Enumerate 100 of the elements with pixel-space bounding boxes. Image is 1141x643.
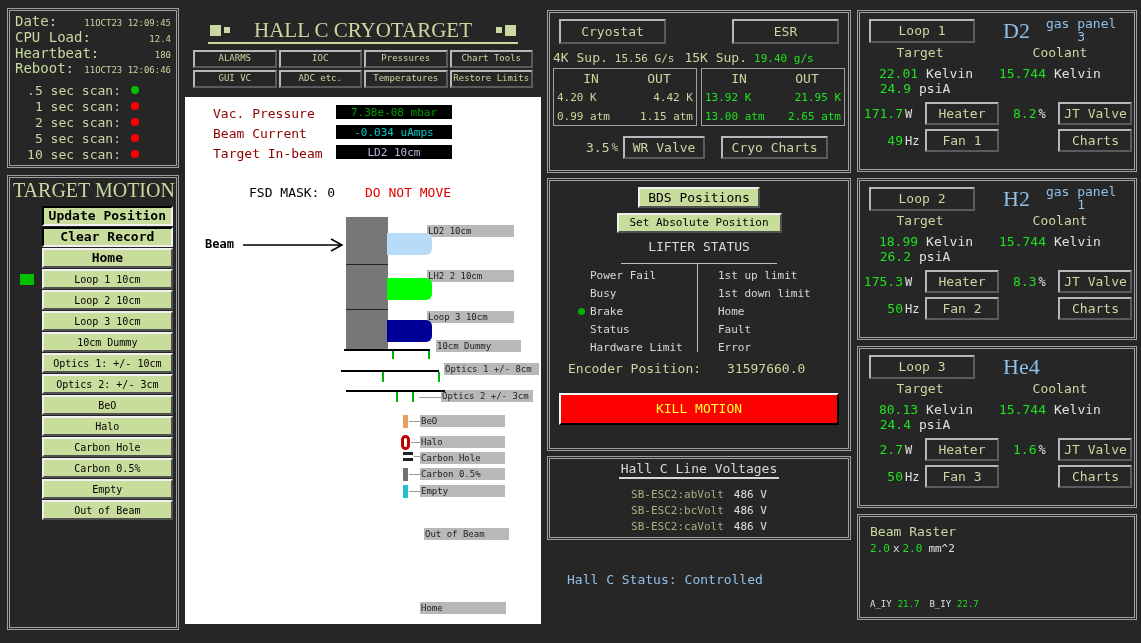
target-button[interactable]: 10cm Dummy [41, 332, 173, 352]
status-label: Date: [15, 14, 58, 28]
pressure-value: 13.00 atm [705, 109, 766, 125]
reading-value: 2.7 [879, 443, 903, 456]
unit-label: % [1038, 107, 1047, 120]
target-button[interactable]: Loop 2 10cm [41, 290, 173, 310]
status-label: Heartbeat: [15, 45, 100, 60]
fan-button[interactable]: Fan 2 [925, 297, 999, 320]
charts-button[interactable]: Charts [1058, 297, 1133, 320]
status-label: CPU Load: [15, 29, 91, 44]
target-label: Carbon 0.5% [420, 468, 505, 480]
unit-label: Kelvin [926, 66, 974, 81]
voltage-name: SB-ESC2:abVolt [631, 488, 724, 500]
loop-button[interactable]: Loop 2 [869, 187, 975, 211]
lifter-status-label: Power Fail [590, 269, 657, 281]
target-button[interactable]: Carbon Hole [41, 437, 173, 457]
hall-status-value: Controlled [684, 573, 763, 586]
unit-label: % [1038, 275, 1047, 288]
lifter-status-label: Error [718, 341, 752, 353]
target-label: Optics 2 +/- 3cm [441, 390, 533, 402]
fan-button[interactable]: Fan 1 [925, 129, 999, 152]
scan-label: 10 sec scan: [26, 147, 121, 161]
heater-button[interactable]: Heater [925, 270, 999, 293]
target-button[interactable]: Home [41, 248, 173, 268]
valve-button[interactable]: JT Valve [1058, 270, 1133, 293]
pressure-value: 26.2 [879, 249, 911, 264]
target-button[interactable]: Loop 3 10cm [41, 311, 173, 331]
temperature-value: 15.744 [999, 234, 1046, 251]
target-label: LH2 2 10cm [427, 270, 514, 282]
unit-label: Kelvin [926, 402, 974, 417]
readout-value: 7.38e-08 mbar [350, 106, 438, 118]
scan-label: 5 sec scan: [33, 131, 121, 145]
scan-label: 2 sec scan: [33, 115, 121, 129]
readout-label: Target In-beam [213, 147, 323, 160]
fan-button[interactable]: Fan 3 [925, 465, 999, 488]
loop-button[interactable]: Loop 3 [869, 355, 975, 379]
leader-line [419, 397, 441, 398]
bds-positions-button[interactable]: BDS Positions [638, 187, 760, 208]
lifter-status-label: Home [718, 305, 745, 317]
loop-button[interactable]: Loop 1 [869, 19, 975, 43]
column-header: Coolant [1031, 382, 1089, 395]
status-value: 180 [154, 50, 171, 60]
scan-label: 1 sec scan: [33, 99, 121, 113]
readout-value: -0.034 uAmps [354, 126, 434, 138]
panel-button[interactable]: Cryo Charts [721, 136, 829, 159]
foil-tick [382, 372, 384, 382]
temperature-value: 80.13 [878, 402, 919, 417]
nav-button[interactable]: ADC etc. [278, 70, 362, 88]
valve-button[interactable]: JT Valve [1058, 102, 1133, 125]
target-button[interactable]: Optics 1: +/- 10cm [41, 353, 173, 373]
lifter-status-label: 1st down limit [718, 287, 811, 299]
nav-button[interactable]: Chart Tools [449, 50, 533, 68]
unit-label: % [1038, 443, 1047, 456]
target-button[interactable]: Out of Beam [41, 500, 173, 520]
gas-type-label: He4 [1003, 355, 1040, 379]
target-button[interactable]: Update Position [41, 206, 173, 226]
target-button[interactable]: BeO [41, 395, 173, 415]
column-header: Target [895, 214, 945, 227]
target-button[interactable]: Empty [41, 479, 173, 499]
nav-button[interactable]: ALARMS [193, 50, 277, 68]
charts-button[interactable]: Charts [1058, 129, 1133, 152]
panel-button[interactable]: Cryostat [559, 19, 666, 44]
heater-button[interactable]: Heater [925, 438, 999, 461]
target-button[interactable]: Carbon 0.5% [41, 458, 173, 478]
valve-value: 3.5 [586, 141, 610, 154]
panel-button[interactable]: ESR [732, 19, 839, 44]
reading-value: 50 [887, 302, 903, 315]
nav-button[interactable]: GUI VC [193, 70, 277, 88]
panel-button[interactable]: WR Valve [623, 136, 706, 159]
gas-panel-label: gas panel [1045, 185, 1117, 198]
raster-size-value: 2.0 [902, 543, 923, 554]
section-title: Hall C Line Voltages [618, 462, 780, 479]
unit-label: Kelvin [926, 234, 974, 249]
unit-label: Hz [905, 134, 921, 147]
nav-button[interactable]: Restore Limits [449, 70, 533, 88]
leader-line [409, 474, 420, 475]
foil-tick [396, 392, 398, 402]
kill-motion-button[interactable]: KILL MOTION [559, 393, 839, 425]
column-header: OUT [646, 70, 672, 88]
lifter-status-label: 1st up limit [718, 269, 798, 281]
unit-label: psiA [919, 249, 951, 264]
target-button[interactable]: Optics 2: +/- 3cm [41, 374, 173, 394]
warning-text: DO NOT MOVE [365, 186, 452, 199]
target-button[interactable]: Loop 1 10cm [41, 269, 173, 289]
status-value: 11OCT23 12:09:45 [84, 19, 171, 28]
foil-tick [392, 351, 394, 359]
target-button[interactable]: Halo [41, 416, 173, 436]
column-header: Coolant [1031, 214, 1089, 227]
nav-button[interactable]: Pressures [364, 50, 448, 68]
charts-button[interactable]: Charts [1058, 465, 1133, 488]
readout-label: Beam Current [213, 127, 307, 140]
readout-label: Vac. Pressure [213, 107, 315, 120]
set-position-button[interactable]: Set Absolute Position [616, 213, 782, 233]
nav-button[interactable]: IOC [278, 50, 362, 68]
nav-button[interactable]: Temperatures [364, 70, 448, 88]
leader-line [409, 491, 420, 492]
heater-button[interactable]: Heater [925, 102, 999, 125]
section-title: Beam Raster [870, 525, 958, 538]
target-button[interactable]: Clear Record [41, 227, 173, 247]
valve-button[interactable]: JT Valve [1058, 438, 1133, 461]
